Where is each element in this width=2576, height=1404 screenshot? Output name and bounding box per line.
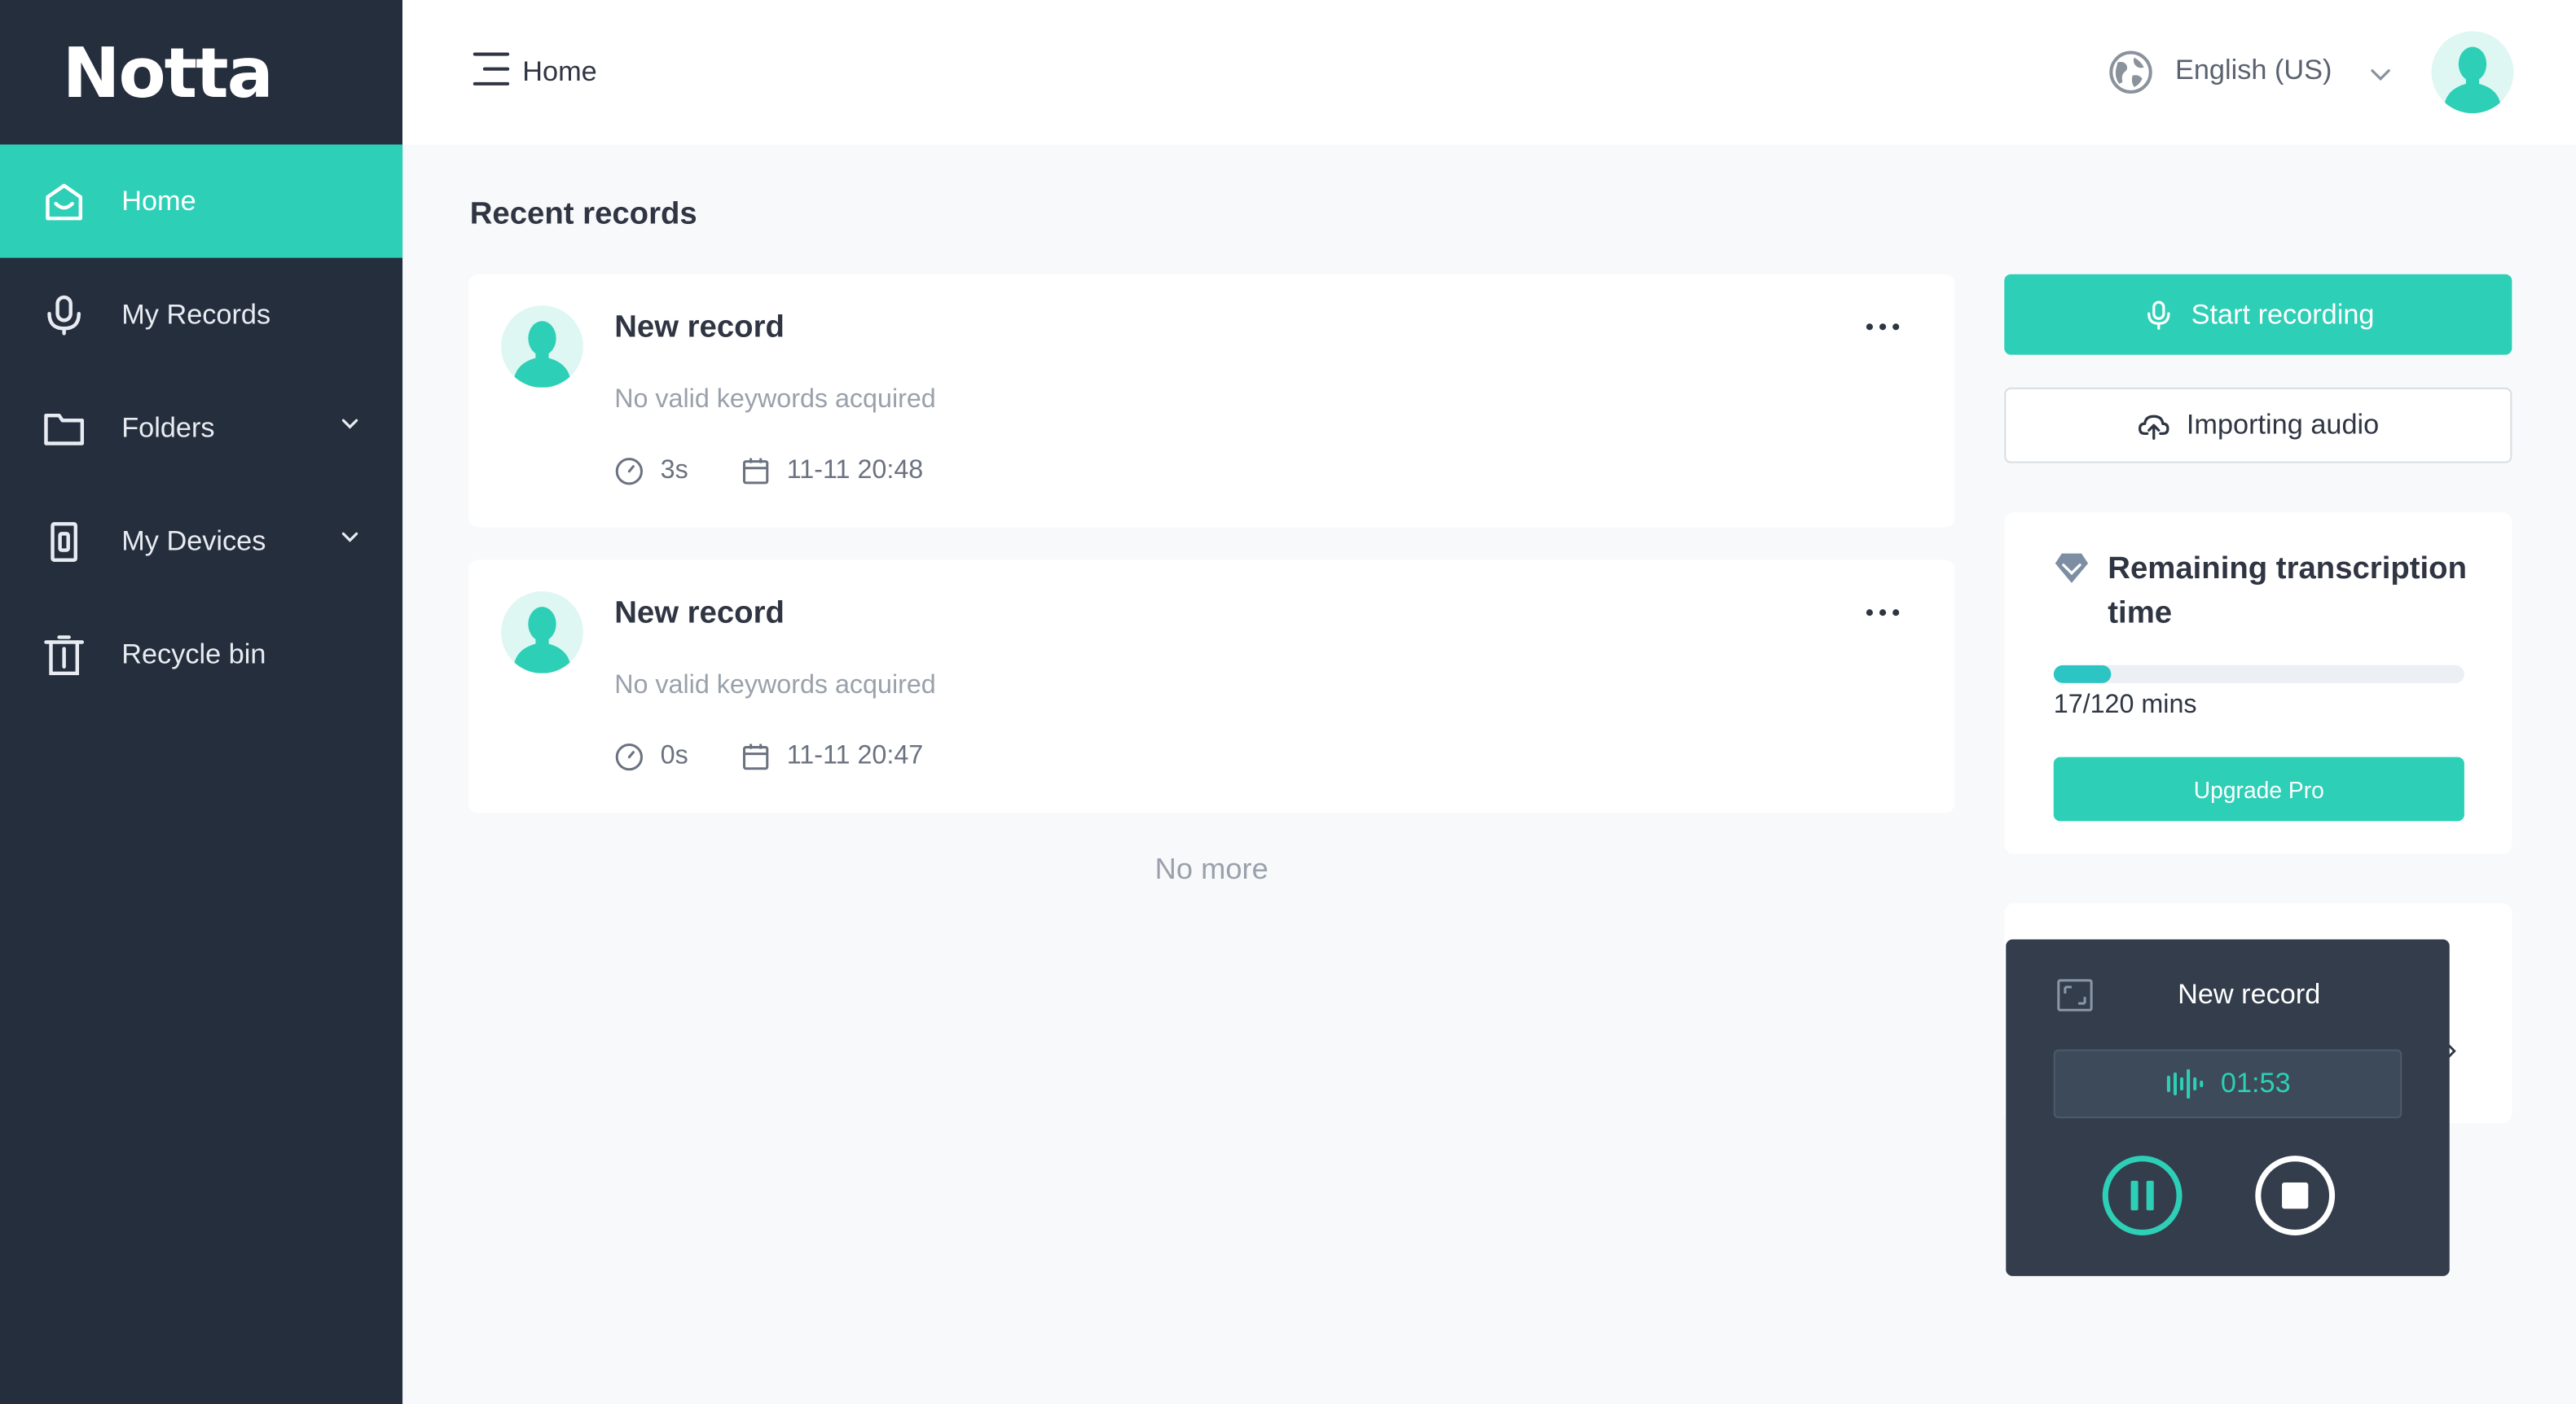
trash-icon — [42, 633, 85, 675]
sidebar-item-label: Home — [121, 184, 196, 217]
record-duration: 3s — [660, 456, 688, 485]
record-duration: 0s — [660, 742, 688, 770]
top-header: Home English (US) — [402, 0, 2576, 145]
record-date: 11-11 20:47 — [786, 742, 924, 770]
record-title[interactable]: New record — [614, 596, 785, 632]
microphone-icon — [2147, 300, 2170, 329]
cloud-upload-icon — [2138, 415, 2169, 441]
recorder-timer: 01:53 — [2053, 1049, 2402, 1119]
floating-recorder: New record 01:53 — [2006, 939, 2450, 1276]
record-meta: 0s 11-11 20:47 — [614, 743, 923, 772]
user-avatar[interactable] — [2431, 31, 2514, 114]
chevron-down-icon[interactable] — [340, 527, 359, 546]
quota-title: Remaining transcription time — [2108, 551, 2467, 631]
home-icon — [42, 180, 85, 222]
user-icon — [2444, 46, 2501, 114]
stop-button[interactable] — [2254, 1155, 2336, 1237]
quota-progress-bar — [2053, 665, 2464, 683]
more-options-icon[interactable] — [1865, 320, 1901, 333]
quota-progress-fill — [2053, 665, 2112, 683]
globe-icon[interactable] — [2108, 49, 2153, 94]
clock-icon — [615, 458, 643, 485]
menu-icon[interactable] — [472, 51, 511, 87]
section-title: Recent records — [469, 196, 697, 232]
sidebar-item-my-devices[interactable]: My Devices — [0, 485, 402, 598]
avatar — [501, 305, 583, 388]
page-title: Home — [522, 55, 597, 87]
recorder-title: New record — [2178, 978, 2321, 1011]
timer-value: 01:53 — [2220, 1067, 2291, 1099]
start-recording-button[interactable]: Start recording — [2004, 274, 2512, 355]
calendar-icon — [742, 458, 769, 485]
record-date: 11-11 20:48 — [786, 456, 924, 485]
chevron-down-icon[interactable] — [340, 414, 359, 433]
more-options-icon[interactable] — [1865, 606, 1901, 619]
chevron-down-icon[interactable] — [2369, 63, 2392, 86]
sidebar-item-recycle-bin[interactable]: Recycle bin — [0, 598, 402, 711]
quota-text: 17/120 mins — [2053, 691, 2197, 720]
list-end-text: No more — [1154, 852, 1268, 885]
logo-text: Notta — [62, 33, 274, 114]
import-audio-label: Importing audio — [2186, 409, 2380, 441]
microphone-icon — [42, 293, 85, 336]
device-icon — [42, 520, 85, 562]
folder-icon — [42, 406, 85, 449]
quota-card: Remaining transcription time 17/120 mins… — [2004, 512, 2512, 854]
sidebar: Notta Home My Records Folders My Devices… — [0, 0, 403, 1404]
diamond-icon — [2055, 553, 2089, 583]
avatar — [501, 590, 583, 673]
sidebar-item-home[interactable]: Home — [0, 144, 403, 258]
record-card[interactable]: New record No valid keywords acquired 3s… — [468, 274, 1955, 528]
start-recording-label: Start recording — [2191, 298, 2375, 330]
waveform-icon — [2166, 1068, 2203, 1099]
sidebar-item-label: Recycle bin — [121, 638, 266, 669]
record-title[interactable]: New record — [614, 310, 785, 346]
sidebar-item-label: My Devices — [121, 524, 266, 556]
record-meta: 3s 11-11 20:48 — [614, 457, 923, 486]
record-keywords: No valid keywords acquired — [614, 385, 936, 415]
app-logo[interactable]: Notta — [62, 33, 274, 115]
clock-icon — [615, 744, 643, 771]
user-icon — [514, 321, 570, 388]
import-audio-button[interactable]: Importing audio — [2004, 387, 2512, 463]
user-icon — [514, 607, 570, 673]
record-card[interactable]: New record No valid keywords acquired 0s… — [468, 559, 1955, 814]
sidebar-item-folders[interactable]: Folders — [0, 371, 402, 485]
record-keywords: No valid keywords acquired — [614, 671, 936, 700]
sidebar-item-my-records[interactable]: My Records — [0, 258, 402, 371]
sidebar-item-label: Folders — [121, 411, 215, 443]
upgrade-pro-button[interactable]: Upgrade Pro — [2053, 757, 2464, 822]
language-select[interactable]: English (US) — [2175, 55, 2332, 87]
calendar-icon — [742, 744, 769, 770]
pause-button[interactable] — [2101, 1155, 2183, 1237]
sidebar-nav: Home My Records Folders My Devices Recyc… — [0, 144, 403, 711]
sidebar-item-label: My Records — [121, 298, 271, 330]
